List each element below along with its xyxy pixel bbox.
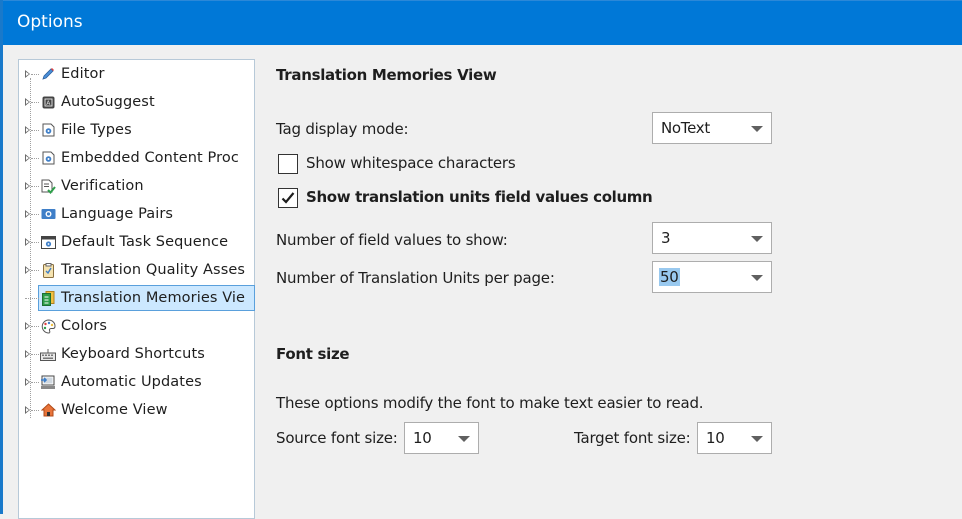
target-font-size-value: 10	[706, 429, 725, 447]
tree-item-label: Welcome View	[61, 402, 168, 418]
units-per-page-value[interactable]: 50	[659, 268, 680, 286]
window-title: Options	[17, 12, 83, 32]
tree-item-label: Editor	[61, 66, 105, 82]
dropdown-arrow-icon	[751, 275, 763, 281]
section-heading-tm-view: Translation Memories View	[276, 66, 497, 84]
field-values-count-value: 3	[661, 229, 671, 247]
expand-arrow-icon[interactable]	[25, 350, 30, 358]
checkmark-icon	[281, 192, 295, 204]
tree-item-label: Translation Memories Vie	[61, 290, 246, 306]
home-icon	[40, 402, 56, 418]
autosuggest-icon: A	[40, 94, 56, 110]
document-check-icon	[40, 178, 56, 194]
target-font-size-label: Target font size:	[574, 429, 691, 447]
tree-item-label: Translation Quality Asses	[61, 262, 246, 278]
clipboard-check-icon	[40, 262, 56, 278]
options-tree[interactable]: Editor A AutoSuggest File Types Embedded…	[18, 59, 255, 519]
dropdown-arrow-icon	[751, 436, 763, 442]
tag-display-mode-value: NoText	[661, 119, 710, 137]
expand-arrow-icon[interactable]	[25, 70, 30, 78]
tree-item-label: Automatic Updates	[61, 374, 202, 390]
show-whitespace-checkbox[interactable]	[278, 154, 298, 174]
show-field-values-column-label[interactable]: Show translation units field values colu…	[306, 188, 653, 206]
palette-icon	[40, 318, 56, 334]
computer-update-icon	[40, 374, 56, 390]
expand-arrow-icon[interactable]	[25, 126, 30, 134]
expand-arrow-icon[interactable]	[25, 210, 30, 218]
pencil-icon	[40, 66, 56, 82]
tree-item-editor[interactable]: Editor	[19, 61, 255, 87]
tree-item-label: AutoSuggest	[61, 94, 155, 110]
tree-item-label: Colors	[61, 318, 108, 334]
units-per-page-label: Number of Translation Units per page:	[276, 269, 555, 287]
title-bar[interactable]: Options	[3, 0, 962, 45]
units-per-page-select[interactable]: 50	[652, 261, 772, 293]
field-values-count-label: Number of field values to show:	[276, 231, 508, 249]
tree-item-file-types[interactable]: File Types	[19, 117, 255, 143]
source-font-size-label: Source font size:	[276, 429, 398, 447]
expand-arrow-icon[interactable]	[25, 378, 30, 386]
tree-item-language-pairs[interactable]: Language Pairs	[19, 201, 255, 227]
tree-item-label: Verification	[61, 178, 144, 194]
window-gear-icon	[40, 234, 56, 250]
expand-arrow-icon[interactable]	[25, 406, 30, 414]
expand-arrow-icon[interactable]	[25, 98, 30, 106]
options-window: Options Editor A AutoSuggest File Types …	[0, 0, 962, 519]
tree-item-keyboard-shortcuts[interactable]: Keyboard Shortcuts	[19, 341, 255, 367]
source-font-size-select[interactable]: 10	[404, 422, 479, 454]
expand-arrow-icon[interactable]	[25, 238, 30, 246]
tag-display-mode-label: Tag display mode:	[276, 120, 409, 138]
show-whitespace-label[interactable]: Show whitespace characters	[306, 154, 516, 172]
tree-item-translation-memories-view[interactable]: Translation Memories Vie	[19, 285, 255, 311]
tree-item-verification[interactable]: Verification	[19, 173, 255, 199]
font-size-description: These options modify the font to make te…	[276, 394, 704, 412]
tree-item-label: File Types	[61, 122, 132, 138]
section-heading-font-size: Font size	[276, 345, 350, 363]
tree-item-autosuggest[interactable]: A AutoSuggest	[19, 89, 255, 115]
file-gear-icon	[40, 150, 56, 166]
translation-memory-icon	[40, 290, 56, 306]
expand-arrow-icon[interactable]	[25, 322, 30, 330]
tree-item-colors[interactable]: Colors	[19, 313, 255, 339]
tree-item-label: Keyboard Shortcuts	[61, 346, 205, 362]
dropdown-arrow-icon	[751, 126, 763, 132]
source-font-size-value: 10	[413, 429, 432, 447]
keyboard-icon	[40, 346, 56, 362]
tree-item-automatic-updates[interactable]: Automatic Updates	[19, 369, 255, 395]
dropdown-arrow-icon	[458, 436, 470, 442]
show-field-values-column-checkbox[interactable]	[278, 188, 298, 208]
tag-display-mode-select[interactable]: NoText	[652, 112, 772, 144]
file-gear-icon	[40, 122, 56, 138]
tree-item-label: Default Task Sequence	[61, 234, 229, 250]
target-font-size-select[interactable]: 10	[697, 422, 772, 454]
tree-item-embedded-content[interactable]: Embedded Content Proc	[19, 145, 255, 171]
tree-item-welcome-view[interactable]: Welcome View	[19, 397, 255, 423]
expand-arrow-icon[interactable]	[25, 266, 30, 274]
expand-arrow-icon[interactable]	[25, 154, 30, 162]
tree-item-label: Embedded Content Proc	[61, 150, 239, 166]
tree-item-default-task-sequence[interactable]: Default Task Sequence	[19, 229, 255, 255]
language-pairs-icon	[40, 206, 56, 222]
field-values-count-select[interactable]: 3	[652, 222, 772, 254]
expand-arrow-icon[interactable]	[25, 182, 30, 190]
tree-item-translation-quality[interactable]: Translation Quality Asses	[19, 257, 255, 283]
dropdown-arrow-icon	[751, 236, 763, 242]
tree-item-label: Language Pairs	[61, 206, 174, 222]
